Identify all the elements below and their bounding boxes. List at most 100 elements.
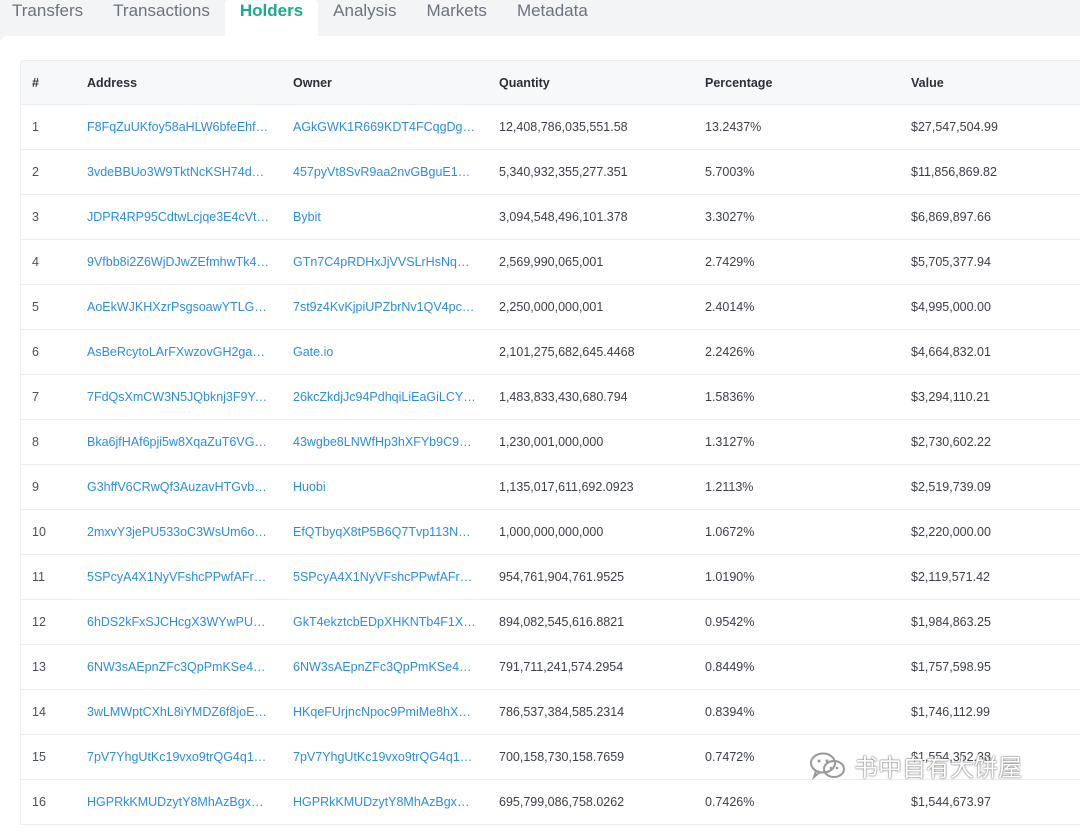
rank-cell: 10 xyxy=(32,525,46,539)
rank-cell: 11 xyxy=(32,570,45,584)
header-rank: # xyxy=(32,75,39,90)
tab-metadata[interactable]: Metadata xyxy=(502,0,603,36)
owner-cell: AGkGWK1R669KDT4FCqgDgK… xyxy=(293,120,499,134)
table-row: 12 6hDS2kFxSJCHcgX3WYwPUL… GkT4ekztcbEDpXH… xyxy=(21,600,1080,645)
owner-cell: Huobi xyxy=(293,480,499,494)
tab-bar: Transfers Transactions Holders Analysis … xyxy=(0,0,603,36)
quantity-cell: 1,230,001,000,000 xyxy=(499,435,604,449)
table-row: 14 3wLMWptCXhL8iYMDZ6f8joE… HKqeFUrjncNpoc… xyxy=(21,690,1080,735)
owner-link[interactable]: Bybit xyxy=(293,210,321,224)
rank-cell: 16 xyxy=(32,795,46,809)
table-body: 1 F8FqZuUKfoy58aHLW6bfeEhf… AGkGWK1R669KDT… xyxy=(21,105,1080,825)
percentage-cell: 0.9542% xyxy=(705,615,755,629)
owner-cell: 5SPcyA4X1NyVFshcPPwfAFr… xyxy=(293,570,499,584)
table-row: 11 5SPcyA4X1NyVFshcPPwfAFr… 5SPcyA4X1NyVFs… xyxy=(21,555,1080,600)
address-link[interactable]: AsBeRcytoLArFXwzovGH2ga… xyxy=(87,345,265,359)
tab-markets[interactable]: Markets xyxy=(411,0,501,36)
address-link[interactable]: 7FdQsXmCW3N5JQbknj3F9Yq… xyxy=(87,390,270,404)
table-row: 6 AsBeRcytoLArFXwzovGH2ga… Gate.io 2,101,27… xyxy=(21,330,1080,375)
table-row: 3 JDPR4RP95CdtwLcjqe3E4cVt… Bybit 3,094,548… xyxy=(21,195,1080,240)
owner-link[interactable]: GkT4ekztcbEDpXHKNTb4F1X… xyxy=(293,615,476,629)
owner-link[interactable]: 5SPcyA4X1NyVFshcPPwfAFr… xyxy=(293,570,472,584)
tab-transfers[interactable]: Transfers xyxy=(0,0,98,36)
percentage-cell: 0.8449% xyxy=(705,660,755,674)
owner-link[interactable]: 457pyVt8SvR9aa2nvGBguE1m… xyxy=(293,165,476,179)
header-value: Value xyxy=(911,75,944,90)
percentage-cell: 2.4014% xyxy=(705,300,755,314)
rank-cell: 9 xyxy=(32,480,39,494)
address-link[interactable]: 7pV7YhgUtKc19vxo9trQG4q1… xyxy=(87,750,266,764)
tab-transactions[interactable]: Transactions xyxy=(98,0,225,36)
owner-link[interactable]: 43wgbe8LNWfHp3hXFYb9C9V… xyxy=(293,435,476,449)
owner-link[interactable]: 6NW3sAEpnZFc3QpPmKSe4hj… xyxy=(293,660,476,674)
rank-cell: 8 xyxy=(32,435,39,449)
address-link[interactable]: JDPR4RP95CdtwLcjqe3E4cVt… xyxy=(87,210,269,224)
owner-cell: Bybit xyxy=(293,210,499,224)
owner-link[interactable]: HKqeFUrjncNpoc9PmiMe8hX… xyxy=(293,705,471,719)
address-link[interactable]: F8FqZuUKfoy58aHLW6bfeEhf… xyxy=(87,120,268,134)
percentage-cell: 0.7472% xyxy=(705,750,755,764)
owner-link[interactable]: EfQTbyqX8tP5B6Q7Tvp113Na… xyxy=(293,525,476,539)
address-cell: HGPRkKMUDzytY8MhAzBgxbi… xyxy=(87,795,293,809)
tab-holders[interactable]: Holders xyxy=(224,0,319,36)
percentage-cell: 5.7003% xyxy=(705,165,755,179)
address-link[interactable]: 5SPcyA4X1NyVFshcPPwfAFr… xyxy=(87,570,266,584)
owner-link[interactable]: Gate.io xyxy=(293,345,333,359)
address-link[interactable]: 2mxvY3jePU533oC3WsUm6o… xyxy=(87,525,267,539)
percentage-cell: 1.0672% xyxy=(705,525,755,539)
table-row: 2 3vdeBBUo3W9TktNcKSH74d4… 457pyVt8SvR9aa2… xyxy=(21,150,1080,195)
address-cell: 3vdeBBUo3W9TktNcKSH74d4… xyxy=(87,165,293,179)
value-cell: $27,547,504.99 xyxy=(911,120,998,134)
value-cell: $2,119,571.42 xyxy=(911,570,991,584)
percentage-cell: 3.3027% xyxy=(705,210,755,224)
address-link[interactable]: 6hDS2kFxSJCHcgX3WYwPUL… xyxy=(87,615,270,629)
rank-cell: 4 xyxy=(32,255,39,269)
rank-cell: 14 xyxy=(32,705,46,719)
rank-cell: 1 xyxy=(32,120,39,134)
owner-cell: 43wgbe8LNWfHp3hXFYb9C9V… xyxy=(293,435,499,449)
table-row: 15 7pV7YhgUtKc19vxo9trQG4q1… 7pV7YhgUtKc19… xyxy=(21,735,1080,780)
percentage-cell: 0.7426% xyxy=(705,795,755,809)
address-link[interactable]: Bka6jfHAf6pji5w8XqaZuT6VG… xyxy=(87,435,267,449)
value-cell: $11,856,869.82 xyxy=(911,165,997,179)
owner-cell: EfQTbyqX8tP5B6Q7Tvp113Na… xyxy=(293,525,499,539)
rank-cell: 6 xyxy=(32,345,39,359)
owner-link[interactable]: 7pV7YhgUtKc19vxo9trQG4q1… xyxy=(293,750,472,764)
owner-link[interactable]: AGkGWK1R669KDT4FCqgDgK… xyxy=(293,120,476,134)
address-link[interactable]: AoEkWJKHXzrPsgsoawYTLG3… xyxy=(87,300,270,314)
value-cell: $3,294,110.21 xyxy=(911,390,991,404)
address-cell: AoEkWJKHXzrPsgsoawYTLG3… xyxy=(87,300,293,314)
value-cell: $1,544,673.97 xyxy=(911,795,991,809)
owner-link[interactable]: 7st9z4KvKjpiUPZbrNv1QV4pc… xyxy=(293,300,474,314)
address-link[interactable]: HGPRkKMUDzytY8MhAzBgxbi… xyxy=(87,795,270,809)
address-link[interactable]: 9Vfbb8i2Z6WjDJwZEfmhwTk4… xyxy=(87,255,269,269)
address-link[interactable]: 6NW3sAEpnZFc3QpPmKSe4hj… xyxy=(87,660,270,674)
table-row: 9 G3hffV6CRwQf3AuzavHTGvbY… Huobi 1,135,017… xyxy=(21,465,1080,510)
percentage-cell: 1.3127% xyxy=(705,435,755,449)
address-cell: 6hDS2kFxSJCHcgX3WYwPUL… xyxy=(87,615,293,629)
value-cell: $1,554,352.38 xyxy=(911,750,991,764)
value-cell: $1,746,112.99 xyxy=(911,705,991,719)
rank-cell: 13 xyxy=(32,660,46,674)
holders-panel: # Address Owner Quantity Percentage Valu… xyxy=(0,36,1080,836)
quantity-cell: 5,340,932,355,277.351 xyxy=(499,165,628,179)
address-link[interactable]: 3vdeBBUo3W9TktNcKSH74d4… xyxy=(87,165,270,179)
owner-link[interactable]: HGPRkKMUDzytY8MhAzBgxbi… xyxy=(293,795,476,809)
percentage-cell: 13.2437% xyxy=(705,120,762,134)
owner-link[interactable]: Huobi xyxy=(293,480,326,494)
value-cell: $2,519,739.09 xyxy=(911,480,991,494)
header-quantity: Quantity xyxy=(499,75,550,90)
value-cell: $5,705,377.94 xyxy=(911,255,991,269)
percentage-cell: 1.2113% xyxy=(705,480,754,494)
table-row: 7 7FdQsXmCW3N5JQbknj3F9Yq… 26kcZkdjJc94Pdh… xyxy=(21,375,1080,420)
rank-cell: 3 xyxy=(32,210,39,224)
address-link[interactable]: 3wLMWptCXhL8iYMDZ6f8joE… xyxy=(87,705,267,719)
owner-link[interactable]: 26kcZkdjJc94PdhqiLiEaGiLCY… xyxy=(293,390,476,404)
owner-link[interactable]: GTn7C4pRDHxJjVVSLrHsNq3… xyxy=(293,255,476,269)
address-cell: 3wLMWptCXhL8iYMDZ6f8joE… xyxy=(87,705,293,719)
tab-analysis[interactable]: Analysis xyxy=(318,0,411,36)
address-cell: 7FdQsXmCW3N5JQbknj3F9Yq… xyxy=(87,390,293,404)
address-link[interactable]: G3hffV6CRwQf3AuzavHTGvbY… xyxy=(87,480,270,494)
address-cell: 2mxvY3jePU533oC3WsUm6o… xyxy=(87,525,293,539)
rank-cell: 7 xyxy=(32,390,39,404)
